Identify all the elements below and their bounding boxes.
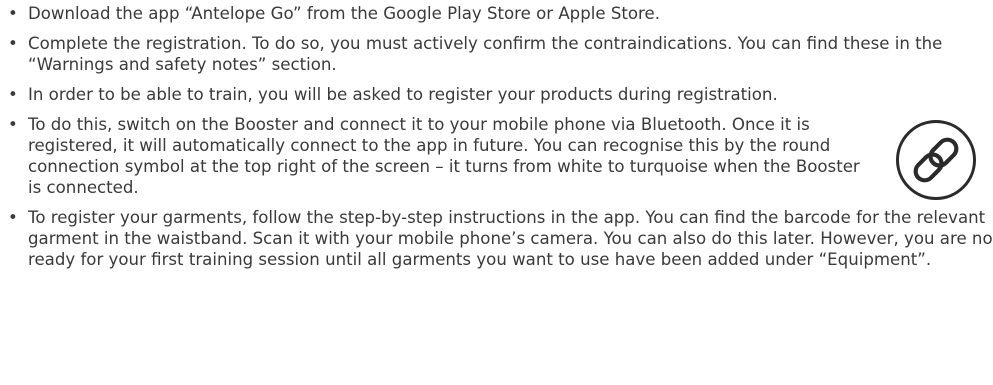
list-item: • To register your garments, follow the … — [8, 207, 993, 270]
bullet: • — [8, 208, 18, 227]
list-item: • To do this, switch on the Booster and … — [8, 114, 983, 200]
list-item-text: In order to be able to train, you will b… — [28, 85, 778, 104]
bullet: • — [8, 115, 18, 134]
list-item: • Complete the registration. To do so, y… — [8, 33, 983, 75]
link-chain-icon — [896, 120, 976, 200]
list-item: • Download the app “Antelope Go” from th… — [8, 3, 983, 24]
list-item-text: Download the app “Antelope Go” from the … — [28, 4, 660, 23]
bullet: • — [8, 34, 18, 53]
list-item-text: To register your garments, follow the st… — [28, 208, 993, 269]
list-item-text: Complete the registration. To do so, you… — [28, 34, 943, 74]
instruction-list: • Download the app “Antelope Go” from th… — [8, 3, 993, 279]
bullet: • — [8, 85, 18, 104]
instructions-document: • Download the app “Antelope Go” from th… — [0, 0, 993, 385]
list-item-text: To do this, switch on the Booster and co… — [28, 115, 860, 197]
list-item: • In order to be able to train, you will… — [8, 84, 983, 105]
bullet: • — [8, 4, 18, 23]
